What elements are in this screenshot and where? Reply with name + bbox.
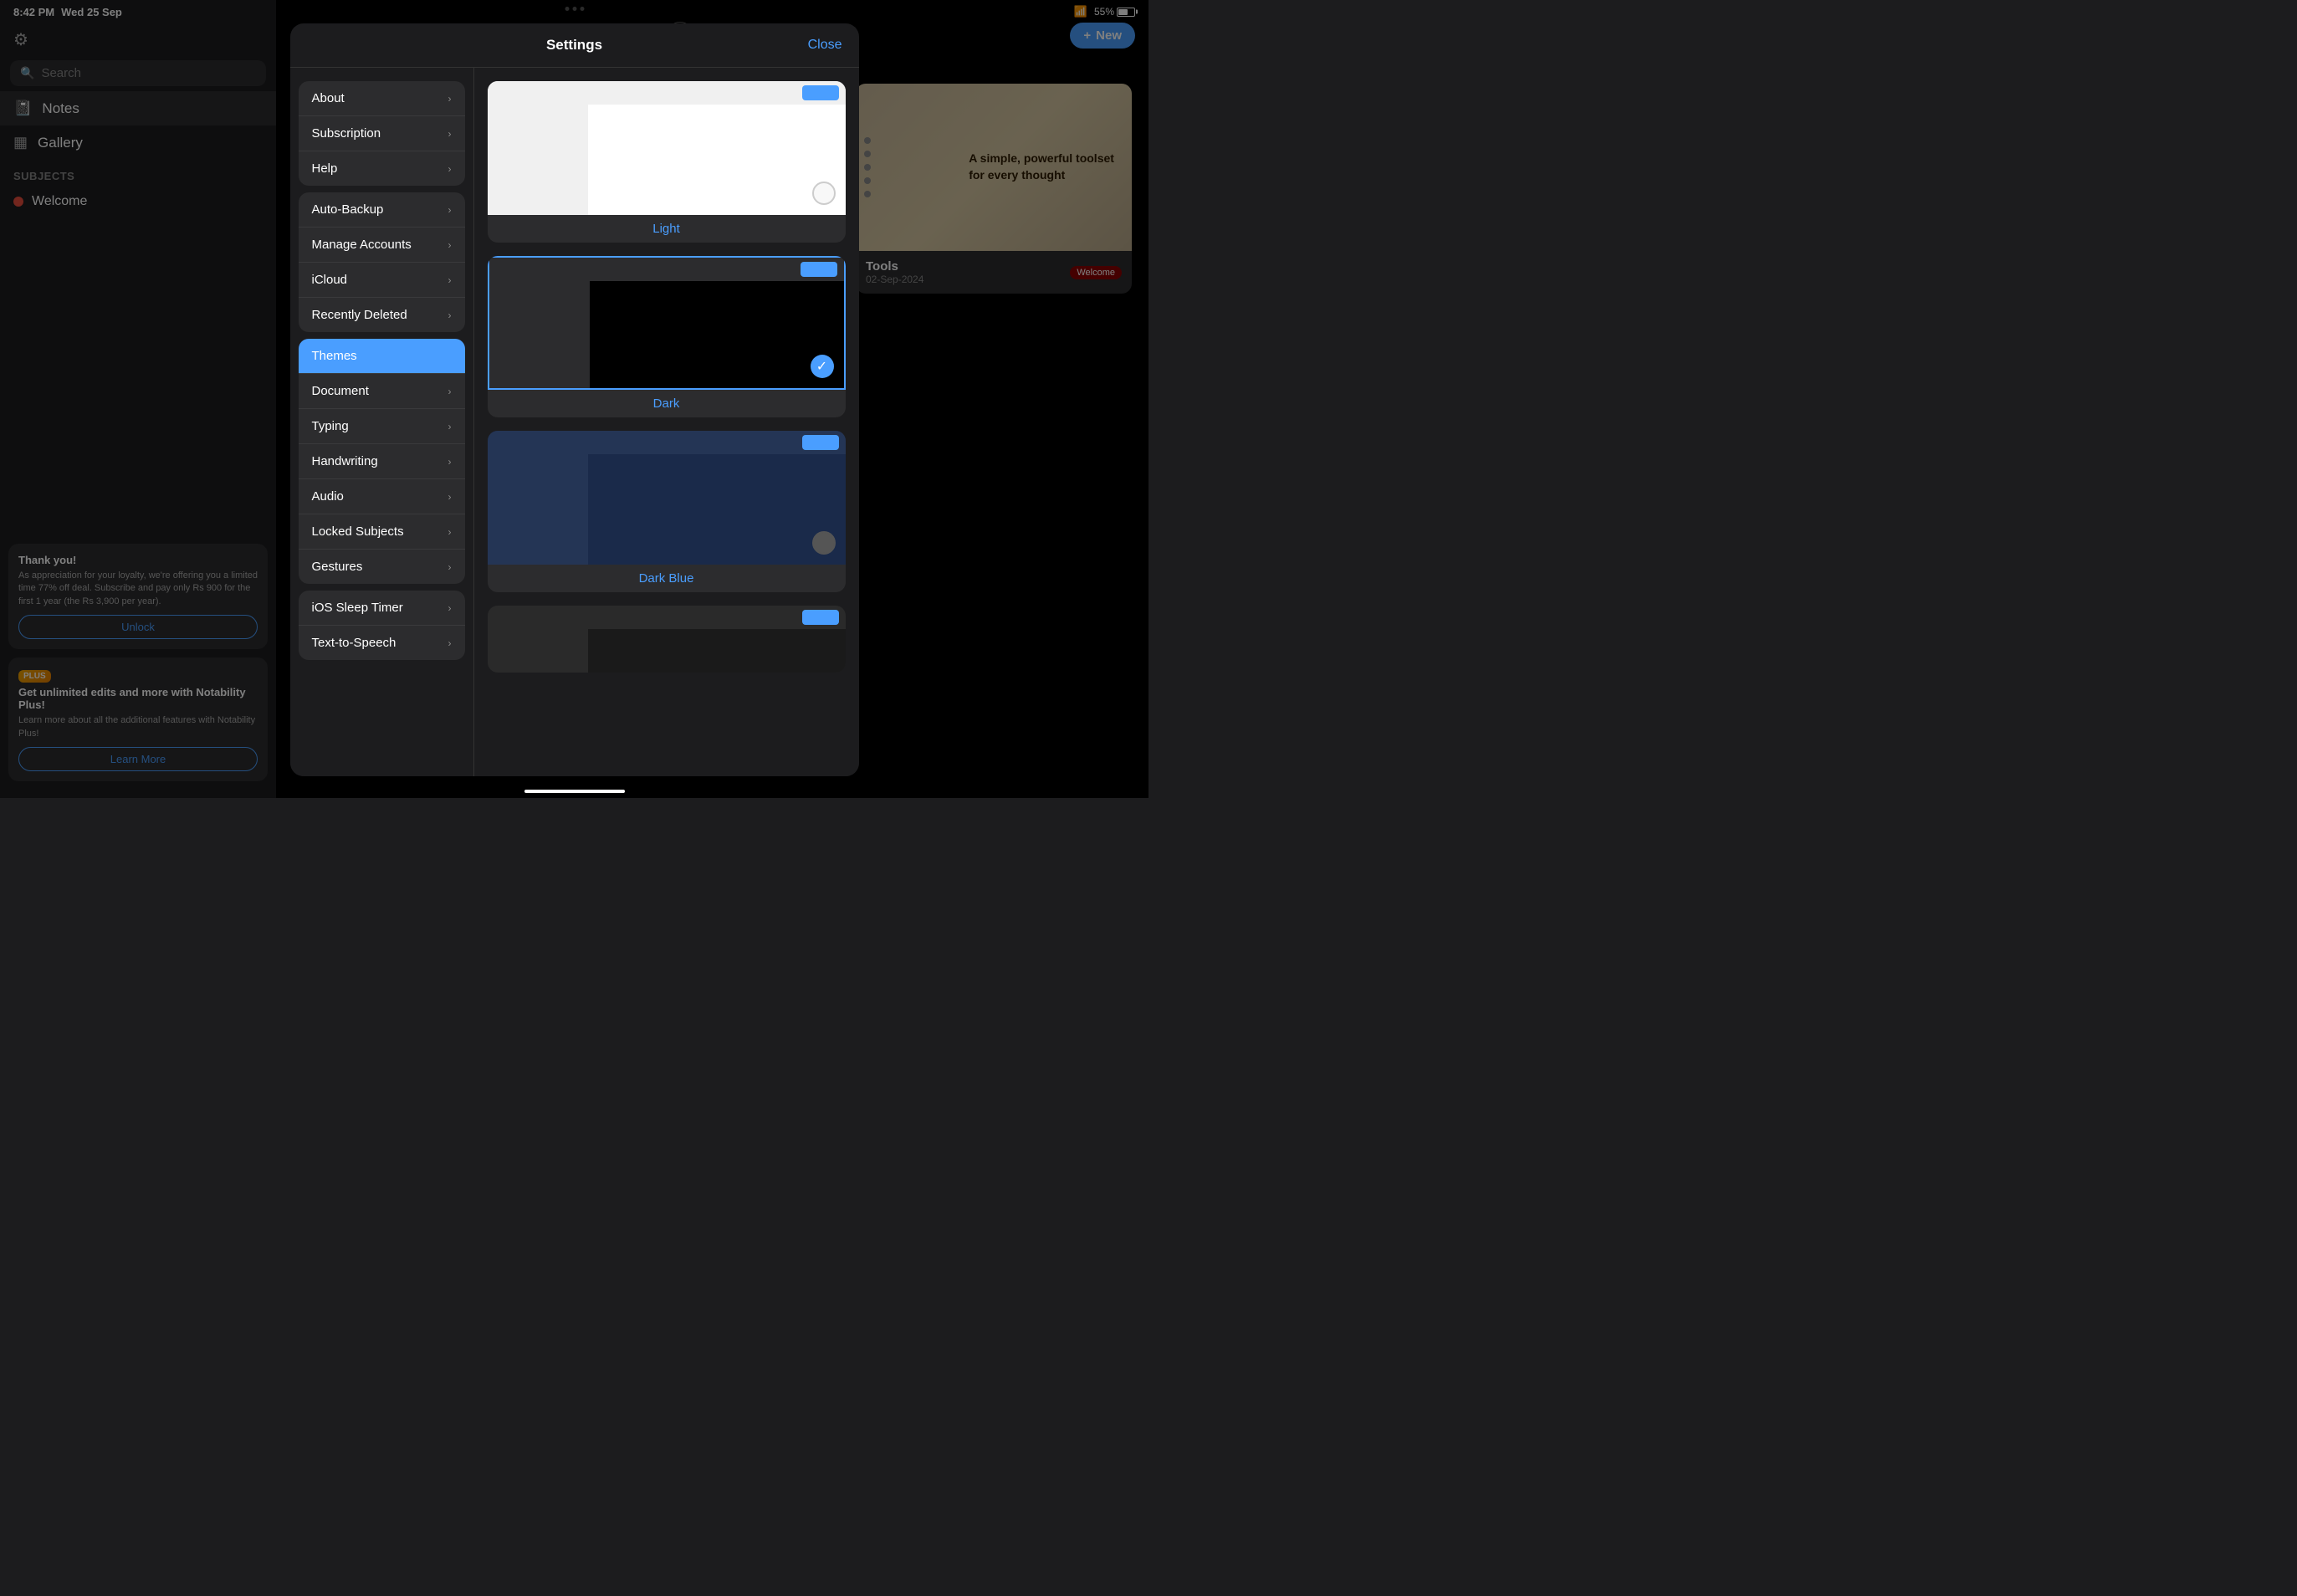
home-indicator [524, 790, 625, 793]
themes-label: Themes [312, 349, 357, 363]
settings-group-3: Themes Document › Typing › Handwriting › [299, 339, 465, 584]
theme-light-toolbar [588, 81, 846, 105]
locked-subjects-label: Locked Subjects [312, 524, 404, 539]
theme-partial-main [588, 606, 846, 673]
ios-sleep-timer-label: iOS Sleep Timer [312, 601, 403, 615]
settings-item-help[interactable]: Help › [299, 151, 465, 186]
theme-light-preview [488, 81, 846, 215]
gestures-label: Gestures [312, 560, 363, 574]
handwriting-label: Handwriting [312, 454, 378, 468]
settings-item-manage-accounts[interactable]: Manage Accounts › [299, 228, 465, 263]
settings-content: Light ✓ Dark [474, 68, 859, 776]
theme-card-light[interactable]: Light [488, 81, 846, 243]
close-button[interactable]: Close [808, 38, 842, 53]
theme-partial-sidebar [488, 606, 588, 673]
theme-partial-btn [802, 610, 839, 625]
settings-sidebar: About › Subscription › Help › Auto-Backu… [290, 68, 474, 776]
settings-item-typing[interactable]: Typing › [299, 409, 465, 444]
recently-deleted-label: Recently Deleted [312, 308, 407, 322]
theme-dark-main [590, 258, 844, 388]
theme-dark-label: Dark [488, 390, 846, 417]
autobackup-chevron: › [448, 204, 452, 216]
settings-item-icloud[interactable]: iCloud › [299, 263, 465, 298]
settings-item-subscription[interactable]: Subscription › [299, 116, 465, 151]
theme-dark-preview: ✓ [488, 256, 846, 390]
settings-group-1: About › Subscription › Help › [299, 81, 465, 186]
theme-light-main [588, 81, 846, 215]
handwriting-chevron: › [448, 456, 452, 468]
settings-item-document[interactable]: Document › [299, 374, 465, 409]
settings-group-2: Auto-Backup › Manage Accounts › iCloud ›… [299, 192, 465, 332]
theme-card-darkblue[interactable]: Dark Blue [488, 431, 846, 592]
theme-darkblue-main [588, 431, 846, 565]
theme-darkblue-btn [802, 435, 839, 450]
audio-chevron: › [448, 491, 452, 503]
text-to-speech-chevron: › [448, 637, 452, 649]
settings-body: About › Subscription › Help › Auto-Backu… [290, 68, 859, 776]
settings-item-ios-sleep-timer[interactable]: iOS Sleep Timer › [299, 591, 465, 626]
theme-card-partial[interactable] [488, 606, 846, 673]
document-chevron: › [448, 386, 452, 397]
help-chevron: › [448, 163, 452, 175]
theme-darkblue-toolbar [588, 431, 846, 454]
settings-item-text-to-speech[interactable]: Text-to-Speech › [299, 626, 465, 660]
icloud-label: iCloud [312, 273, 348, 287]
settings-item-autobackup[interactable]: Auto-Backup › [299, 192, 465, 228]
settings-item-locked-subjects[interactable]: Locked Subjects › [299, 514, 465, 550]
theme-light-label: Light [488, 215, 846, 243]
icloud-chevron: › [448, 274, 452, 286]
settings-item-recently-deleted[interactable]: Recently Deleted › [299, 298, 465, 332]
settings-title: Settings [546, 37, 602, 54]
manage-accounts-label: Manage Accounts [312, 238, 412, 252]
about-chevron: › [448, 93, 452, 105]
locked-subjects-chevron: › [448, 526, 452, 538]
subscription-chevron: › [448, 128, 452, 140]
theme-darkblue-sidebar [488, 431, 588, 565]
settings-item-handwriting[interactable]: Handwriting › [299, 444, 465, 479]
text-to-speech-label: Text-to-Speech [312, 636, 396, 650]
help-label: Help [312, 161, 338, 176]
settings-item-about[interactable]: About › [299, 81, 465, 116]
theme-partial-preview [488, 606, 846, 673]
theme-partial-toolbar [588, 606, 846, 629]
theme-light-btn [802, 85, 839, 100]
settings-modal: Settings Close About › Subscription › He… [290, 23, 859, 776]
theme-darkblue-label: Dark Blue [488, 565, 846, 592]
recently-deleted-chevron: › [448, 309, 452, 321]
gestures-chevron: › [448, 561, 452, 573]
theme-darkblue-preview [488, 431, 846, 565]
theme-dark-selected-indicator: ✓ [811, 355, 834, 378]
settings-header: Settings Close [290, 23, 859, 68]
theme-dark-toolbar [590, 258, 844, 281]
document-label: Document [312, 384, 369, 398]
ios-sleep-timer-chevron: › [448, 602, 452, 614]
settings-item-gestures[interactable]: Gestures › [299, 550, 465, 584]
theme-dark-btn [801, 262, 837, 277]
theme-dark-sidebar [489, 258, 590, 388]
audio-label: Audio [312, 489, 344, 504]
settings-group-4: iOS Sleep Timer › Text-to-Speech › [299, 591, 465, 660]
subscription-label: Subscription [312, 126, 381, 141]
theme-light-sidebar [488, 81, 588, 215]
theme-card-dark[interactable]: ✓ Dark [488, 256, 846, 417]
settings-item-audio[interactable]: Audio › [299, 479, 465, 514]
theme-light-select-indicator [812, 182, 836, 205]
about-label: About [312, 91, 345, 105]
modal-overlay: Settings Close About › Subscription › He… [0, 0, 1148, 798]
manage-accounts-chevron: › [448, 239, 452, 251]
theme-darkblue-select-indicator [812, 531, 836, 555]
autobackup-label: Auto-Backup [312, 202, 384, 217]
settings-item-themes[interactable]: Themes [299, 339, 465, 374]
typing-chevron: › [448, 421, 452, 432]
typing-label: Typing [312, 419, 349, 433]
